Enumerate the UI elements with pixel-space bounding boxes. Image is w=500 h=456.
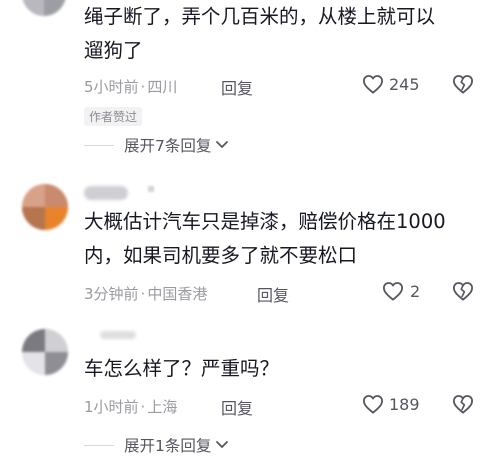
avatar[interactable] [22, 329, 68, 375]
avatar[interactable] [22, 0, 66, 16]
like-count: 2 [410, 281, 421, 301]
dislike-button[interactable] [452, 281, 474, 305]
comment-location: 上海 [147, 398, 178, 416]
broken-heart-icon [452, 75, 474, 98]
reply-button[interactable]: 回复 [221, 395, 253, 419]
comment-text: 绳子断了，弄个几百米的，从楼上就可以 遛狗了 [84, 0, 435, 68]
comment-text: 大概估计汽车只是掉漆，赔偿价格在1000 内，如果司机要多了就不要松口 [84, 205, 446, 273]
meta-separator: · [140, 78, 146, 96]
broken-heart-icon [452, 282, 474, 305]
comment-meta: 3分钟前 · 中国香港 [84, 283, 207, 304]
comment-time: 3分钟前 [84, 285, 139, 303]
comment-meta: 5小时前 · 四川 [84, 76, 177, 97]
username-blurred [84, 186, 128, 200]
like-button[interactable]: 2 [382, 281, 420, 301]
avatar[interactable] [22, 184, 68, 230]
dislike-button[interactable] [452, 74, 474, 98]
like-button[interactable]: 245 [362, 74, 420, 94]
expand-replies-button[interactable]: 展开1条回复 [84, 434, 229, 456]
meta-separator: · [140, 285, 146, 303]
dislike-button[interactable] [452, 394, 474, 418]
expand-replies-button[interactable]: 展开7条回复 [84, 134, 229, 156]
like-count: 245 [389, 74, 420, 94]
comment-location: 四川 [147, 78, 178, 96]
heart-outline-icon [362, 394, 384, 414]
comment-text-line: 车怎么样了？严重吗？ [84, 357, 280, 380]
username-blurred [100, 331, 136, 339]
comment-text-line: 遛狗了 [84, 39, 143, 62]
comment-text-line: 内，如果司机要多了就不要松口 [84, 244, 358, 267]
heart-outline-icon [382, 281, 404, 301]
comment-text: 车怎么样了？严重吗？ [84, 352, 279, 386]
expand-divider [84, 144, 114, 146]
reply-button[interactable]: 回复 [221, 75, 253, 99]
expand-divider [84, 444, 114, 446]
heart-outline-icon [362, 74, 384, 94]
broken-heart-icon [452, 395, 474, 418]
comment-text-line: 绳子断了，弄个几百米的，从楼上就可以 [84, 5, 436, 28]
comment-text-line: 大概估计汽车只是掉漆，赔偿价格在1000 [84, 210, 446, 233]
author-liked-badge: 作者赞过 [84, 107, 143, 126]
comment-time: 1小时前 [84, 398, 139, 416]
meta-separator: · [140, 398, 146, 416]
comment-location: 中国香港 [147, 285, 208, 303]
comment-meta: 1小时前 · 上海 [84, 396, 177, 417]
expand-replies-label: 展开7条回复 [124, 137, 212, 155]
like-button[interactable]: 189 [362, 394, 420, 414]
username-blurred-dot [148, 186, 154, 192]
chevron-down-icon [211, 136, 229, 154]
like-count: 189 [389, 394, 420, 414]
expand-replies-label: 展开1条回复 [124, 437, 212, 455]
comment-time: 5小时前 [84, 78, 139, 96]
chevron-down-icon [211, 436, 229, 454]
reply-button[interactable]: 回复 [257, 282, 289, 306]
